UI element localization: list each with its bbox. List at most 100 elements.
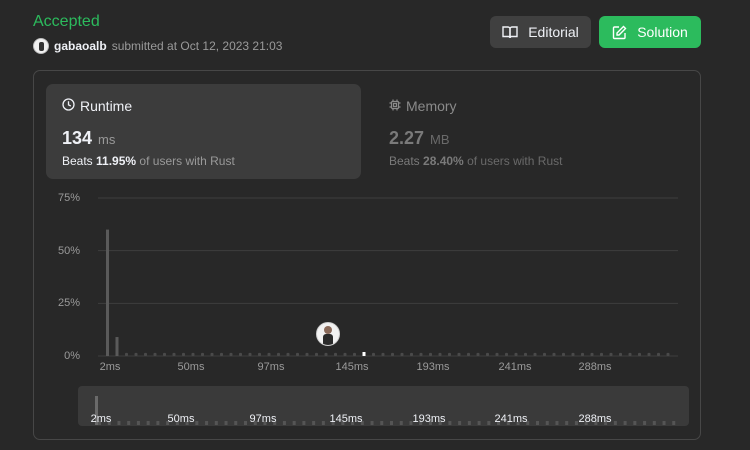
x-tick-label: 241ms: [498, 361, 532, 373]
chart-bar: [144, 352, 147, 356]
chart-bar: [286, 352, 290, 356]
chart-bar: [153, 352, 157, 356]
minimap-bar: [487, 421, 491, 425]
chart-bar: [514, 352, 518, 356]
chart-bar: [334, 352, 337, 356]
submission-time: submitted at Oct 12, 2023 21:03: [111, 39, 283, 53]
solution-label: Solution: [637, 24, 688, 40]
book-icon: [502, 25, 518, 39]
minimap-bar: [282, 421, 286, 425]
chart-bar: [581, 352, 584, 356]
minimap-bar: [370, 421, 374, 425]
chart-bar: [182, 352, 185, 356]
x-tick-label: 193ms: [416, 361, 450, 373]
chart-bar: [628, 352, 632, 356]
chart-bar: [229, 352, 233, 356]
minimap-bar: [643, 421, 647, 425]
chart-bar: [410, 352, 413, 356]
minimap-bar: [321, 421, 325, 425]
chart-bar: [552, 352, 556, 356]
minimap-bar: [302, 421, 306, 425]
solution-button[interactable]: Solution: [599, 16, 701, 48]
chart-bar: [419, 352, 423, 356]
chart-bar: [448, 352, 451, 356]
chart-bar: [619, 352, 622, 356]
x-tick-label: 288ms: [578, 361, 612, 373]
avatar[interactable]: [33, 38, 49, 54]
minimap-tick-label: 50ms: [167, 413, 195, 425]
minimap-bar: [244, 421, 247, 425]
chart-range-slider[interactable]: 2ms 50ms 97ms 145ms 193ms 241ms 288ms: [78, 386, 689, 426]
minimap-bar: [545, 421, 549, 425]
chart-bar: [666, 352, 670, 356]
minimap-bar: [214, 421, 218, 425]
chart-bar: [400, 352, 404, 356]
chart-bar: [609, 352, 613, 356]
minimap-bar: [380, 421, 384, 425]
minimap-tick-label: 288ms: [578, 413, 612, 425]
chart-bar: [315, 352, 318, 356]
chart-bar: [524, 352, 527, 356]
minimap-tick-label: 241ms: [494, 413, 528, 425]
minimap-bar: [292, 421, 296, 425]
minimap-bar: [536, 421, 539, 425]
username-link[interactable]: gabaoalb: [54, 39, 107, 53]
chart-bar: [429, 352, 432, 356]
x-tick-label: 145ms: [335, 361, 369, 373]
minimap-bar: [574, 421, 578, 425]
minimap-bar: [555, 421, 559, 425]
minimap-bar: [117, 421, 121, 425]
stats-panel: Runtime 134 ms Beats 11.95% of users wit…: [33, 70, 701, 440]
your-submission-marker[interactable]: [316, 322, 340, 346]
chart-bar: [657, 352, 660, 356]
submission-info: gabaoalb submitted at Oct 12, 2023 21:03: [33, 38, 282, 54]
your-submission-bar: [362, 352, 366, 356]
minimap-bar: [633, 421, 637, 425]
chart-bar: [106, 229, 109, 356]
chart-bar: [134, 352, 138, 356]
minimap-bar: [477, 421, 481, 425]
chart-bar: [600, 352, 603, 356]
chart-bar: [381, 352, 385, 356]
chart-bar: [505, 352, 508, 356]
chart-bar: [324, 352, 328, 356]
minimap-tick-label: 2ms: [90, 413, 112, 425]
chart-bar: [191, 352, 195, 356]
minimap-bar: [390, 421, 393, 425]
chart-bar: [562, 352, 565, 356]
minimap-tick-label: 97ms: [249, 413, 277, 425]
editorial-label: Editorial: [528, 24, 579, 40]
chart-bar: [305, 352, 309, 356]
x-tick-label: 50ms: [177, 361, 205, 373]
minimap-bar: [156, 421, 160, 425]
chart-bar: [543, 352, 546, 356]
minimap-bar: [312, 421, 316, 425]
chart-bar: [438, 352, 442, 356]
minimap-bar: [146, 421, 150, 425]
minimap-bar: [613, 421, 617, 425]
chart-bar: [638, 352, 641, 356]
minimap-bar: [672, 421, 676, 425]
minimap-bar: [652, 421, 656, 425]
chart-bar: [163, 352, 166, 356]
minimap-bar: [224, 421, 228, 425]
minimap-bar: [136, 421, 140, 425]
status-accepted: Accepted: [33, 13, 100, 30]
minimap-bar: [195, 421, 199, 425]
edit-icon: [612, 25, 627, 40]
minimap-tick-label: 145ms: [329, 413, 363, 425]
chart-bar: [647, 352, 651, 356]
chart-bar: [125, 352, 128, 356]
chart-bar: [239, 352, 242, 356]
chart-bar: [533, 352, 537, 356]
minimap-bar: [399, 421, 403, 425]
chart-bar: [372, 352, 375, 356]
chart-bar: [115, 337, 119, 356]
minimap-bar: [565, 421, 569, 425]
chart-bar: [353, 352, 356, 356]
chart-bar: [495, 352, 499, 356]
editorial-button[interactable]: Editorial: [490, 16, 591, 48]
minimap-bar: [458, 421, 462, 425]
chart-bar: [467, 352, 470, 356]
chart-bar: [220, 352, 223, 356]
